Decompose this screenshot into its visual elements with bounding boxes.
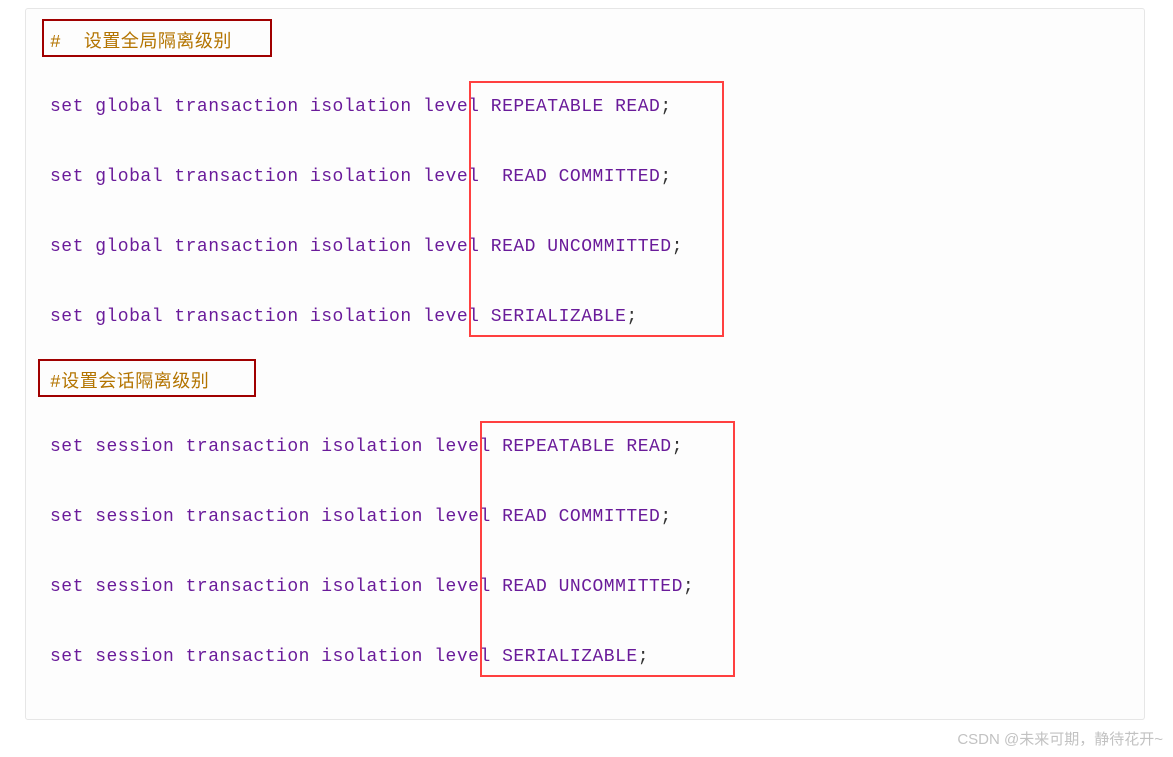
highlight-global-levels bbox=[469, 81, 724, 337]
keyword: set session transaction isolation level bbox=[50, 507, 502, 527]
keyword: set session transaction isolation level bbox=[50, 577, 502, 597]
keyword: set global transaction isolation level bbox=[50, 167, 491, 187]
code-block: # 设置全局隔离级别 set global transaction isolat… bbox=[25, 8, 1145, 720]
keyword: set global transaction isolation level bbox=[50, 237, 491, 257]
watermark: CSDN @未来可期，静待花开~ bbox=[957, 728, 1163, 749]
keyword: set global transaction isolation level bbox=[50, 97, 491, 117]
comment-session: #设置会话隔离级别 bbox=[50, 367, 209, 393]
highlight-session-levels bbox=[480, 421, 735, 677]
keyword: set global transaction isolation level bbox=[50, 307, 491, 327]
keyword: set session transaction isolation level bbox=[50, 647, 502, 667]
keyword: set session transaction isolation level bbox=[50, 437, 502, 457]
comment-global: # 设置全局隔离级别 bbox=[50, 27, 232, 53]
